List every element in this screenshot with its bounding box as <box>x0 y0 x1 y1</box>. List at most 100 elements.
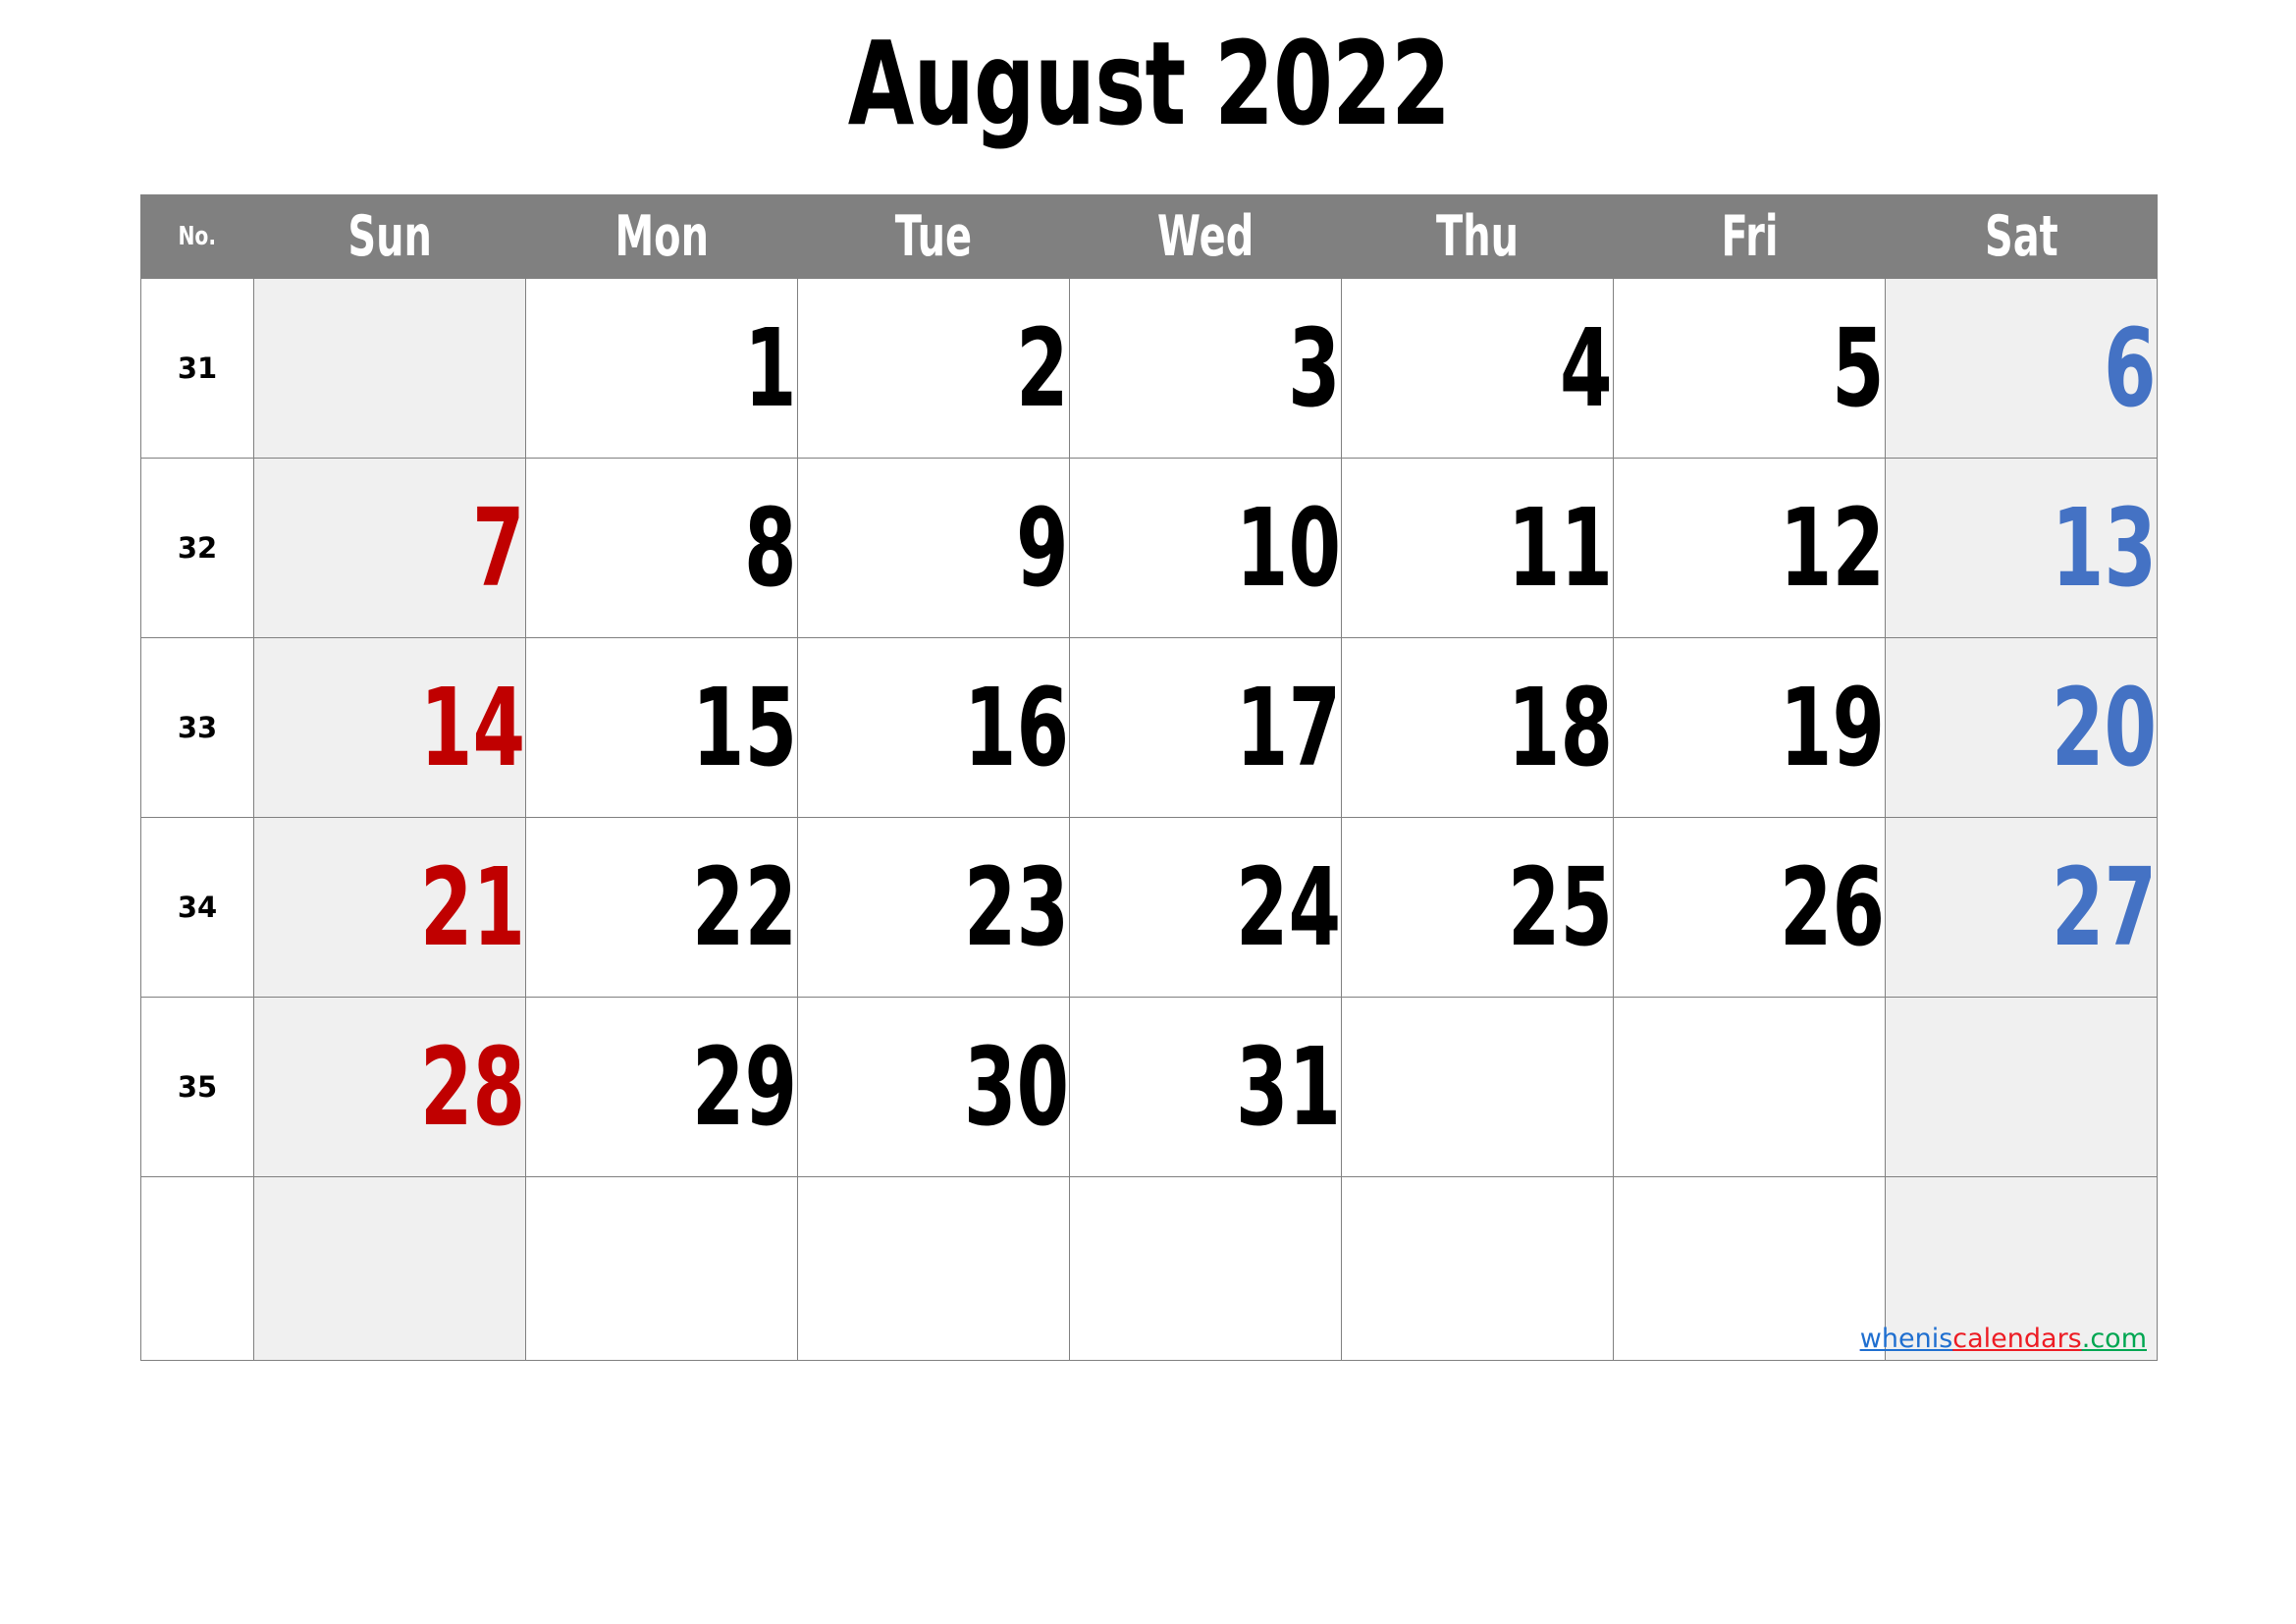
day-number: 23 <box>963 844 1069 970</box>
page-title: August 2022 <box>847 16 1451 151</box>
day-cell[interactable] <box>1885 997 2158 1177</box>
day-cell[interactable]: 13 <box>1885 458 2158 638</box>
header-day-wed-label: Wed <box>1156 204 1255 269</box>
calendar-header-row: No. Sun Mon Tue Wed Thu Fri Sat <box>140 194 2158 279</box>
table-row: 33 14 15 16 17 18 19 20 <box>140 637 2158 818</box>
day-cell[interactable]: 21 <box>253 817 526 998</box>
day-number: 22 <box>691 844 797 970</box>
day-cell[interactable]: 19 <box>1613 637 1886 818</box>
day-cell[interactable]: 26 <box>1613 817 1886 998</box>
day-number: 29 <box>691 1024 797 1150</box>
header-week-number-label: No. <box>178 222 217 251</box>
day-cell[interactable]: 30 <box>797 997 1070 1177</box>
header-day-mon: Mon <box>525 194 798 279</box>
watermark-part-calendars: calendars <box>1952 1324 2082 1354</box>
day-number: 19 <box>1779 665 1885 790</box>
day-cell[interactable]: 9 <box>797 458 1070 638</box>
day-number: 28 <box>419 1024 525 1150</box>
day-cell[interactable]: 15 <box>525 637 798 818</box>
day-cell[interactable]: 14 <box>253 637 526 818</box>
table-row: wheniscalendars.com <box>140 1176 2158 1361</box>
day-number: 17 <box>1235 665 1341 790</box>
day-cell[interactable]: 18 <box>1341 637 1614 818</box>
header-day-sat: Sat <box>1885 194 2158 279</box>
day-cell[interactable] <box>1341 997 1614 1177</box>
day-number: 30 <box>963 1024 1069 1150</box>
week-number-cell: 35 <box>140 997 254 1177</box>
day-number: 1 <box>744 305 797 431</box>
day-cell[interactable]: 31 <box>1069 997 1342 1177</box>
header-day-sat-label: Sat <box>1984 204 2058 269</box>
day-cell[interactable] <box>525 1176 798 1361</box>
header-day-mon-label: Mon <box>614 204 709 269</box>
day-number: 20 <box>2051 665 2157 790</box>
day-cell[interactable] <box>797 1176 1070 1361</box>
day-number: 18 <box>1507 665 1613 790</box>
day-cell[interactable]: 23 <box>797 817 1070 998</box>
day-cell[interactable]: 5 <box>1613 278 1886 459</box>
day-cell[interactable]: 1 <box>525 278 798 459</box>
day-cell[interactable]: 22 <box>525 817 798 998</box>
day-cell[interactable]: 24 <box>1069 817 1342 998</box>
day-cell[interactable]: 28 <box>253 997 526 1177</box>
day-number: 27 <box>2051 844 2157 970</box>
day-number: 31 <box>1235 1024 1341 1150</box>
site-watermark-link[interactable]: wheniscalendars.com <box>1860 1325 2147 1354</box>
header-day-thu: Thu <box>1341 194 1614 279</box>
calendar-page: August 2022 No. Sun Mon Tue Wed Thu Fri … <box>0 0 2296 1624</box>
header-day-thu-label: Thu <box>1435 204 1520 269</box>
day-number: 26 <box>1779 844 1885 970</box>
day-number: 21 <box>419 844 525 970</box>
day-cell[interactable]: 10 <box>1069 458 1342 638</box>
day-number: 8 <box>744 485 797 611</box>
day-cell[interactable]: 4 <box>1341 278 1614 459</box>
day-number: 6 <box>2104 305 2157 431</box>
day-number: 4 <box>1560 305 1613 431</box>
day-number: 14 <box>419 665 525 790</box>
day-number: 11 <box>1507 485 1613 611</box>
day-cell[interactable]: 16 <box>797 637 1070 818</box>
day-cell[interactable] <box>1613 1176 1886 1361</box>
day-cell[interactable]: 7 <box>253 458 526 638</box>
day-cell[interactable]: 8 <box>525 458 798 638</box>
header-day-tue: Tue <box>797 194 1070 279</box>
day-cell[interactable] <box>1341 1176 1614 1361</box>
day-cell[interactable] <box>253 1176 526 1361</box>
day-number: 7 <box>472 485 525 611</box>
day-number: 2 <box>1016 305 1069 431</box>
day-cell[interactable]: 20 <box>1885 637 2158 818</box>
header-day-fri-label: Fri <box>1720 204 1779 269</box>
day-cell[interactable]: 27 <box>1885 817 2158 998</box>
watermark-part-whenis: whenis <box>1859 1324 1953 1354</box>
calendar-table: No. Sun Mon Tue Wed Thu Fri Sat 31 1 2 3… <box>140 194 2158 1361</box>
day-cell[interactable]: wheniscalendars.com <box>1860 1176 2158 1361</box>
day-cell[interactable]: 6 <box>1885 278 2158 459</box>
table-row: 31 1 2 3 4 5 6 <box>140 278 2158 459</box>
header-day-sun-label: Sun <box>347 204 432 269</box>
day-cell[interactable]: 12 <box>1613 458 1886 638</box>
watermark-part-com: .com <box>2081 1324 2147 1354</box>
day-number: 9 <box>1016 485 1069 611</box>
calendar-container: No. Sun Mon Tue Wed Thu Fri Sat 31 1 2 3… <box>140 194 2158 1361</box>
header-day-sun: Sun <box>253 194 526 279</box>
day-cell[interactable]: 25 <box>1341 817 1614 998</box>
week-number-cell <box>140 1176 254 1361</box>
day-number: 5 <box>1832 305 1885 431</box>
day-number: 25 <box>1507 844 1613 970</box>
day-cell[interactable]: 29 <box>525 997 798 1177</box>
header-day-tue-label: Tue <box>894 204 973 269</box>
day-cell[interactable]: 17 <box>1069 637 1342 818</box>
day-cell[interactable]: 11 <box>1341 458 1614 638</box>
day-number: 3 <box>1288 305 1341 431</box>
day-number: 16 <box>963 665 1069 790</box>
day-cell[interactable] <box>1069 1176 1342 1361</box>
day-number: 10 <box>1235 485 1341 611</box>
day-cell[interactable] <box>253 278 526 459</box>
day-cell[interactable]: 2 <box>797 278 1070 459</box>
day-cell[interactable] <box>1613 997 1886 1177</box>
table-row: 32 7 8 9 10 11 12 13 <box>140 458 2158 638</box>
day-number: 13 <box>2051 485 2157 611</box>
table-row: 34 21 22 23 24 25 26 27 <box>140 817 2158 998</box>
header-week-number: No. <box>140 194 254 279</box>
day-cell[interactable]: 3 <box>1069 278 1342 459</box>
